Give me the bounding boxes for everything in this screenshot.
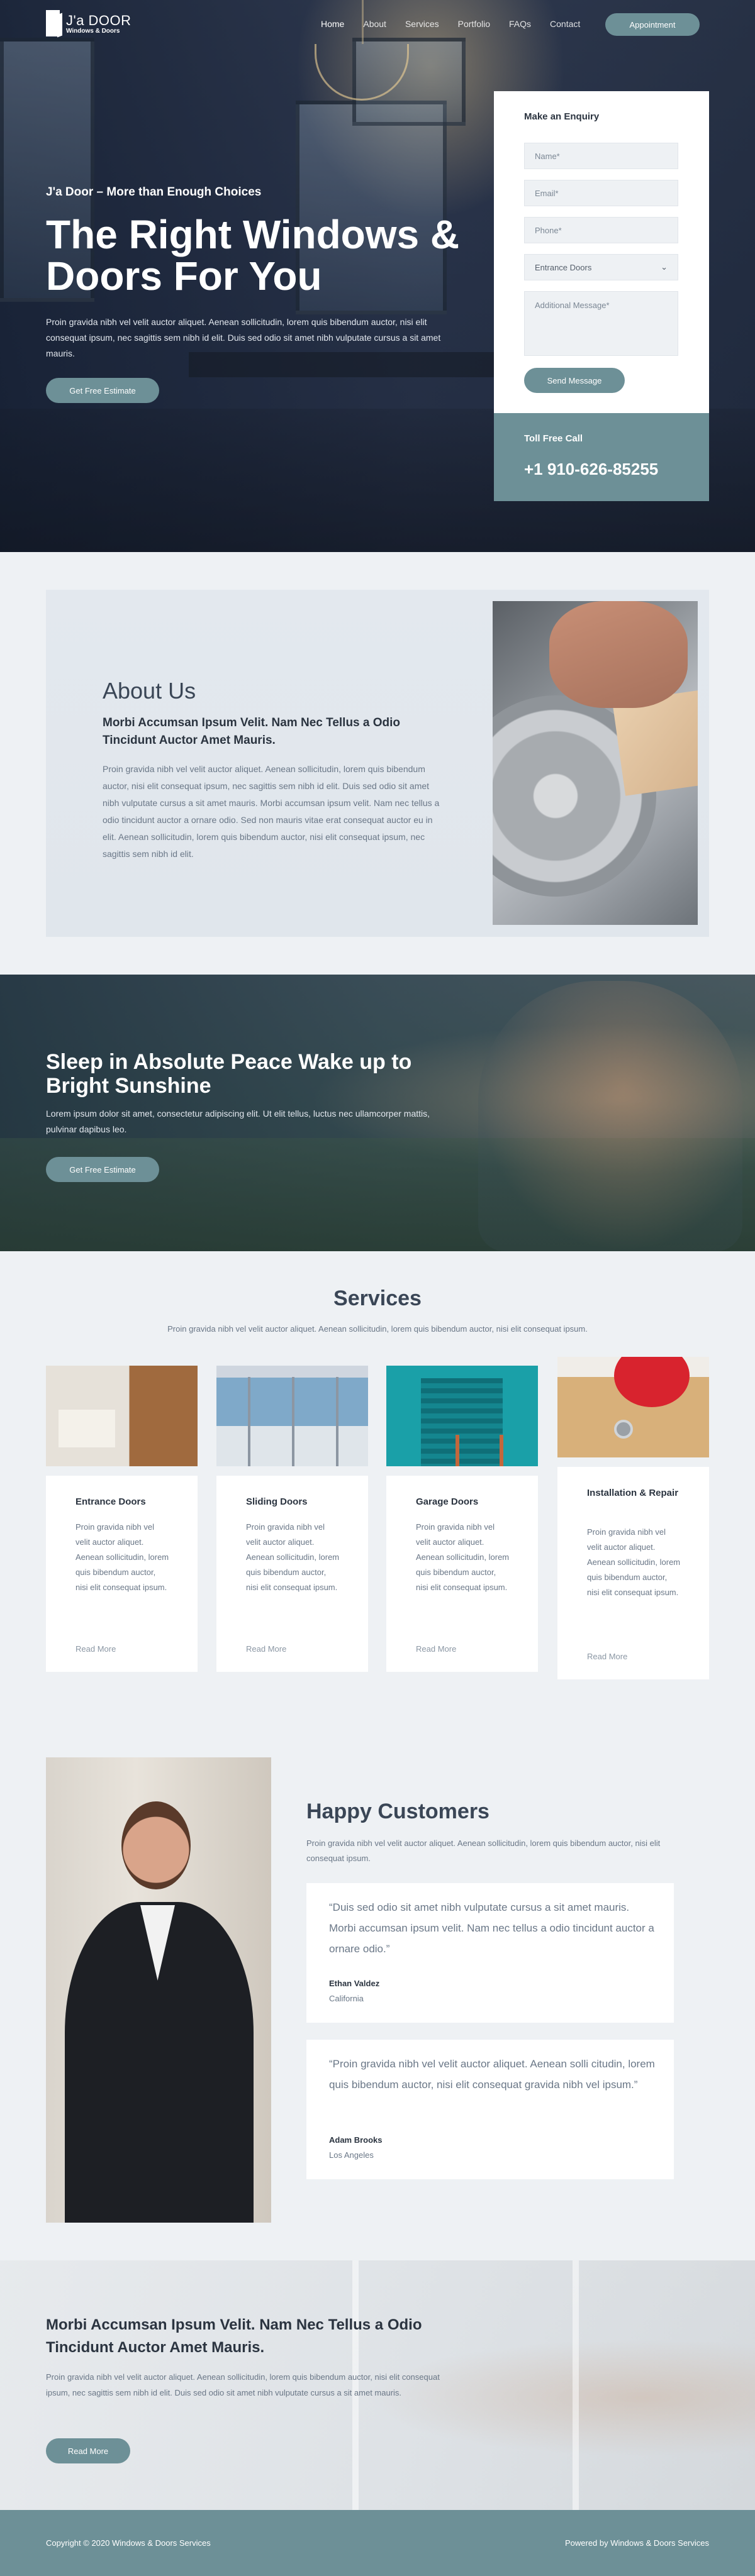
toll-free-number[interactable]: +1 910-626-85255	[524, 460, 658, 479]
nav-services[interactable]: Services	[405, 19, 439, 29]
banner-text: Lorem ipsum dolor sit amet, consectetur …	[46, 1108, 430, 1134]
customers-text: Proin gravida nibh vel velit auctor aliq…	[306, 1838, 661, 1863]
get-free-estimate-button[interactable]: Get Free Estimate	[46, 378, 159, 403]
service-card-sliding[interactable]: Sliding Doors Proin gravida nibh vel vel…	[216, 1366, 368, 1672]
hero-text: Proin gravida nibh vel velit auctor aliq…	[46, 317, 441, 358]
message-field[interactable]: Additional Message*	[524, 291, 678, 356]
review-card: “Proin gravida nibh vel velit auctor ali…	[306, 2040, 674, 2179]
review-card: “Duis sed odio sit amet nibh vulputate c…	[306, 1883, 674, 2023]
brand-name: J'a DOOR	[66, 12, 131, 28]
page: J'a DOOR Windows & Doors Home About Serv…	[0, 0, 755, 2576]
banner-estimate-button[interactable]: Get Free Estimate	[46, 1157, 159, 1182]
nav-portfolio[interactable]: Portfolio	[458, 19, 490, 29]
toll-free-box: Toll Free Call +1 910-626-85255	[494, 413, 709, 501]
main-menu: Home About Services Portfolio FAQs Conta…	[321, 19, 599, 29]
cta-read-more-button[interactable]: Read More	[46, 2438, 130, 2463]
banner-title: Sleep in Absolute Peace Wake up to Brigh…	[46, 1050, 412, 1098]
services-title: Services	[333, 1286, 422, 1310]
hero-title: The Right Windows & Doors For You	[46, 212, 460, 299]
service-select-value: Entrance Doors	[535, 262, 592, 272]
about-subtitle: Morbi Accumsan Ipsum Velit. Nam Nec Tell…	[103, 716, 401, 747]
hero-tagline: J'a Door – More than Enough Choices	[46, 185, 262, 199]
review-quote: “Proin gravida nibh vel velit auctor ali…	[329, 2058, 655, 2091]
name-field[interactable]: Name*	[524, 143, 678, 169]
email-field[interactable]: Email*	[524, 180, 678, 206]
nav-contact[interactable]: Contact	[550, 19, 580, 29]
reviewer-location: California	[329, 1994, 364, 2003]
copyright-text: Copyright © 2020 Windows & Doors Service…	[46, 2538, 211, 2548]
nav-home[interactable]: Home	[321, 19, 344, 29]
read-more-link[interactable]: Read More	[416, 1644, 456, 1654]
reviewer-name: Ethan Valdez	[329, 1979, 380, 1988]
service-title: Garage Doors	[416, 1496, 479, 1507]
read-more-link[interactable]: Read More	[76, 1644, 116, 1654]
sliding-doors-image	[216, 1366, 368, 1466]
service-title: Sliding Doors	[246, 1496, 308, 1507]
service-card-garage[interactable]: Garage Doors Proin gravida nibh vel veli…	[386, 1366, 538, 1672]
service-card-entrance[interactable]: Entrance Doors Proin gravida nibh vel ve…	[46, 1366, 198, 1672]
customer-portrait-image	[46, 1757, 271, 2223]
phone-field[interactable]: Phone*	[524, 217, 678, 243]
nav-about[interactable]: About	[363, 19, 386, 29]
about-text: Proin gravida nibh vel velit auctor aliq…	[103, 764, 440, 859]
about-title: About Us	[103, 678, 196, 704]
logo[interactable]: J'a DOOR Windows & Doors	[46, 10, 131, 36]
appointment-button[interactable]: Appointment	[605, 13, 700, 36]
about-image	[493, 601, 698, 925]
hand-decor	[549, 601, 688, 708]
hero-section: J'a DOOR Windows & Doors Home About Serv…	[0, 0, 755, 552]
top-nav: J'a DOOR Windows & Doors Home About Serv…	[0, 0, 755, 50]
enquiry-title: Make an Enquiry	[524, 111, 600, 122]
reviewer-location: Los Angeles	[329, 2150, 374, 2160]
service-text: Proin gravida nibh vel velit auctor aliq…	[416, 1522, 510, 1592]
service-title: Installation & Repair	[587, 1488, 679, 1498]
service-text: Proin gravida nibh vel velit auctor aliq…	[587, 1527, 681, 1597]
installation-repair-image	[557, 1357, 709, 1457]
cta-text: Proin gravida nibh vel velit auctor aliq…	[46, 2372, 440, 2397]
service-text: Proin gravida nibh vel velit auctor aliq…	[246, 1522, 340, 1592]
entrance-doors-image	[46, 1366, 198, 1466]
send-message-button[interactable]: Send Message	[524, 368, 625, 393]
toll-free-label: Toll Free Call	[524, 433, 583, 444]
review-quote: “Duis sed odio sit amet nibh vulputate c…	[329, 1901, 654, 1955]
customers-title: Happy Customers	[306, 1799, 489, 1823]
service-card-installation[interactable]: Installation & Repair Proin gravida nibh…	[557, 1357, 709, 1679]
banner-person-image	[478, 981, 742, 1251]
read-more-link[interactable]: Read More	[587, 1652, 627, 1661]
about-section: About Us Morbi Accumsan Ipsum Velit. Nam…	[46, 590, 709, 937]
cta-section: Morbi Accumsan Ipsum Velit. Nam Nec Tell…	[0, 2260, 755, 2510]
garage-doors-image	[386, 1366, 538, 1466]
service-text: Proin gravida nibh vel velit auctor aliq…	[76, 1522, 169, 1592]
service-select[interactable]: Entrance Doors ⌄	[524, 254, 678, 280]
reviewer-name: Adam Brooks	[329, 2135, 383, 2145]
enquiry-form: Make an Enquiry Name* Email* Phone* Entr…	[494, 91, 709, 413]
service-title: Entrance Doors	[76, 1496, 146, 1507]
powered-by-text: Powered by Windows & Doors Services	[564, 2538, 709, 2548]
door-logo-icon	[46, 10, 60, 36]
chevron-down-icon: ⌄	[661, 262, 668, 272]
sleep-banner: Sleep in Absolute Peace Wake up to Brigh…	[0, 975, 755, 1251]
cta-title: Morbi Accumsan Ipsum Velit. Nam Nec Tell…	[46, 2316, 422, 2356]
services-text: Proin gravida nibh vel velit auctor aliq…	[167, 1324, 588, 1334]
read-more-link[interactable]: Read More	[246, 1644, 286, 1654]
nav-faqs[interactable]: FAQs	[509, 19, 531, 29]
footer: Copyright © 2020 Windows & Doors Service…	[0, 2510, 755, 2576]
